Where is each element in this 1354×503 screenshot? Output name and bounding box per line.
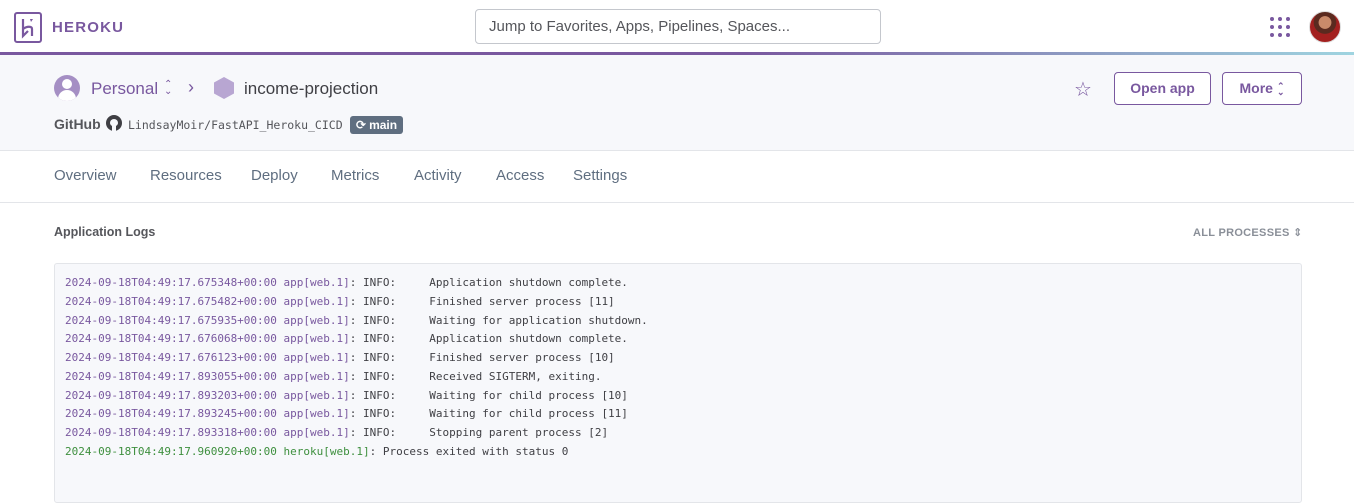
app-hexagon-icon xyxy=(214,77,234,99)
deploy-source-label: GitHub xyxy=(54,116,101,132)
open-app-button[interactable]: Open app xyxy=(1114,72,1211,105)
tab-settings[interactable]: Settings xyxy=(573,167,627,184)
log-timestamp: 2024-09-18T04:49:17.675935+00:00 xyxy=(65,313,277,327)
log-timestamp: 2024-09-18T04:49:17.893245+00:00 xyxy=(65,407,277,421)
tab-access[interactable]: Access xyxy=(496,167,544,184)
log-timestamp: 2024-09-18T04:49:17.676068+00:00 xyxy=(65,332,277,346)
tab-activity[interactable]: Activity xyxy=(414,167,462,184)
log-line: 2024-09-18T04:49:17.893055+00:00 app[web… xyxy=(65,368,1291,387)
brand-name[interactable]: HEROKU xyxy=(52,19,124,36)
log-message: : INFO: Stopping parent process [2] xyxy=(349,426,609,439)
log-timestamp: 2024-09-18T04:49:17.960920+00:00 xyxy=(65,444,277,458)
user-avatar[interactable] xyxy=(1309,11,1341,43)
github-icon xyxy=(106,115,122,131)
log-message: : INFO: Application shutdown complete. xyxy=(349,276,628,289)
log-line: 2024-09-18T04:49:17.676123+00:00 app[web… xyxy=(65,349,1291,368)
app-tabs: Overview Resources Deploy Metrics Activi… xyxy=(0,151,1354,203)
log-timestamp: 2024-09-18T04:49:17.893318+00:00 xyxy=(65,426,277,439)
logs-title: Application Logs xyxy=(54,225,156,239)
personal-account-icon[interactable] xyxy=(54,75,80,101)
log-line: 2024-09-18T04:49:17.960920+00:00 heroku[… xyxy=(65,443,1291,462)
log-source: app[web.1] xyxy=(283,332,350,346)
apps-grid-icon[interactable] xyxy=(1270,17,1290,37)
process-filter-arrows-icon: ⇕ xyxy=(1292,227,1303,239)
log-message: : INFO: Received SIGTERM, exiting. xyxy=(349,369,602,383)
more-button[interactable]: More ⌃ ⌄ xyxy=(1222,72,1302,105)
log-line: 2024-09-18T04:49:17.893203+00:00 app[web… xyxy=(65,387,1291,406)
more-arrows-icon: ⌃ ⌄ xyxy=(1276,81,1285,98)
log-message: : INFO: Waiting for child process [11] xyxy=(349,407,628,421)
process-filter-dropdown[interactable]: ALL PROCESSES ⇕ xyxy=(1193,226,1303,239)
log-source: heroku[web.1] xyxy=(283,444,370,458)
log-source: app[web.1] xyxy=(283,276,350,289)
log-line: 2024-09-18T04:49:17.675348+00:00 app[web… xyxy=(65,274,1291,293)
branch-name: main xyxy=(369,118,398,132)
log-message: : INFO: Waiting for child process [10] xyxy=(349,388,628,402)
search-input[interactable] xyxy=(475,9,881,44)
favorite-star-icon[interactable]: ☆ xyxy=(1074,77,1092,102)
tab-resources[interactable]: Resources xyxy=(150,167,222,184)
log-message: : INFO: Waiting for application shutdown… xyxy=(349,313,648,327)
log-line: 2024-09-18T04:49:17.675482+00:00 app[web… xyxy=(65,293,1291,312)
log-timestamp: 2024-09-18T04:49:17.675482+00:00 xyxy=(65,294,277,308)
top-nav-bar: HEROKU xyxy=(0,0,1354,53)
log-message: : INFO: Finished server process [10] xyxy=(349,351,615,364)
log-message: : Process exited with status 0 xyxy=(369,444,569,458)
tab-metrics[interactable]: Metrics xyxy=(331,167,379,184)
log-timestamp: 2024-09-18T04:49:17.893203+00:00 xyxy=(65,388,277,402)
log-timestamp: 2024-09-18T04:49:17.893055+00:00 xyxy=(65,369,277,383)
more-button-label: More xyxy=(1239,80,1273,96)
log-message: : INFO: Application shutdown complete. xyxy=(349,332,628,346)
log-timestamp: 2024-09-18T04:49:17.675348+00:00 xyxy=(65,276,277,289)
log-line: 2024-09-18T04:49:17.675935+00:00 app[web… xyxy=(65,312,1291,331)
log-source: app[web.1] xyxy=(283,351,350,364)
heroku-logo-icon[interactable] xyxy=(14,12,42,43)
log-timestamp: 2024-09-18T04:49:17.676123+00:00 xyxy=(65,351,277,364)
branch-badge[interactable]: ⟳ main xyxy=(350,116,404,134)
log-line: 2024-09-18T04:49:17.893318+00:00 app[web… xyxy=(65,424,1291,443)
log-source: app[web.1] xyxy=(283,313,350,327)
app-name: income-projection xyxy=(244,79,379,98)
app-header: Personal ⌃ ⌄ › income-projection GitHub L… xyxy=(0,55,1354,151)
log-message: : INFO: Finished server process [11] xyxy=(349,294,615,308)
log-line: 2024-09-18T04:49:17.893245+00:00 app[web… xyxy=(65,405,1291,424)
log-source: app[web.1] xyxy=(283,294,350,308)
log-source: app[web.1] xyxy=(283,369,350,383)
process-filter-label: ALL PROCESSES xyxy=(1193,227,1290,239)
org-switcher-arrows-icon[interactable]: ⌃ ⌄ xyxy=(164,80,172,97)
org-switcher-label[interactable]: Personal xyxy=(91,79,158,99)
sync-icon: ⟳ xyxy=(356,118,367,132)
log-source: app[web.1] xyxy=(283,426,350,439)
log-source: app[web.1] xyxy=(283,388,350,402)
tab-overview[interactable]: Overview xyxy=(54,167,117,184)
log-output[interactable]: 2024-09-18T04:49:17.675348+00:00 app[web… xyxy=(54,263,1302,503)
breadcrumb-chevron-icon: › xyxy=(188,77,194,97)
log-line: 2024-09-18T04:49:17.676068+00:00 app[web… xyxy=(65,330,1291,349)
tab-deploy[interactable]: Deploy xyxy=(251,167,298,184)
log-source: app[web.1] xyxy=(283,407,350,421)
github-repo-link[interactable]: LindsayMoir/FastAPI_Heroku_CICD xyxy=(128,118,343,132)
